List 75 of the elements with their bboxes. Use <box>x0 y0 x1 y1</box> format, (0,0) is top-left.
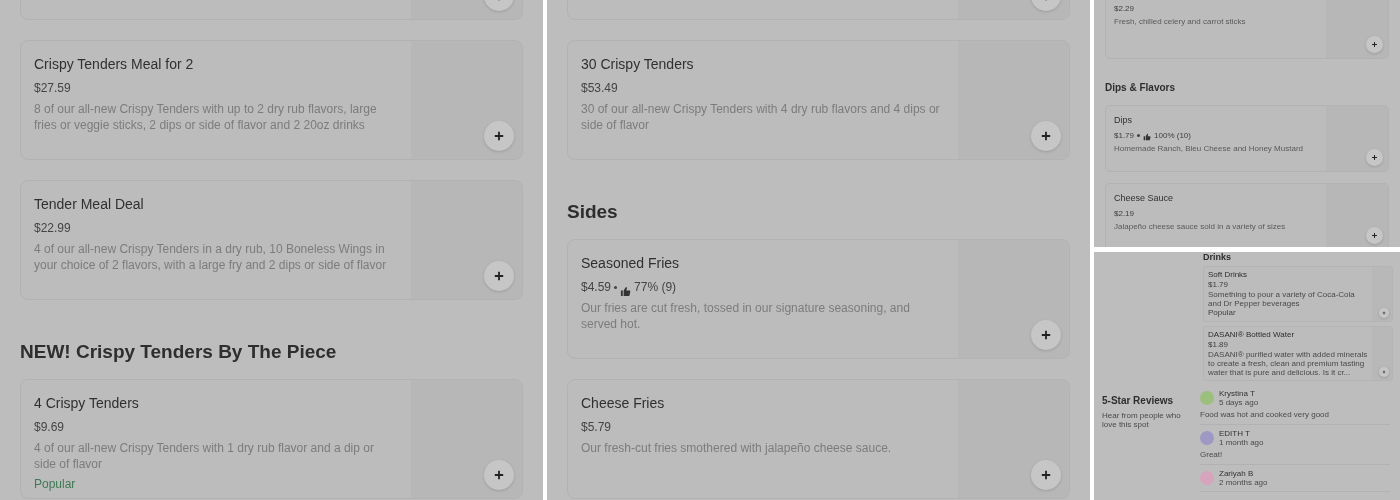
plus-icon <box>493 469 505 481</box>
item-description: 30 of our all-new Crispy Tenders with 4 dry rub flavors and 4 dips or side of flavor <box>581 101 941 133</box>
item-title: 30 Crispy Tenders <box>581 55 695 74</box>
review-text: Great! <box>1200 450 1224 460</box>
item-image <box>1372 267 1392 321</box>
item-price: $2.19 <box>1114 207 1136 220</box>
plus-icon <box>493 130 505 142</box>
menu-item-card[interactable]: Seasoned Fries $4.59 77% (9) Our fries are cut fresh, tossed in our signature seasoning, and served hot. <box>567 239 1070 359</box>
popular-label: Popular <box>1208 308 1237 318</box>
review-date: 2 months ago <box>1219 478 1268 487</box>
review-date: 1 month ago <box>1219 438 1264 447</box>
item-price: $2.29 <box>1114 3 1136 15</box>
item-title: DASANI® Bottled Water <box>1208 330 1296 340</box>
plus-icon <box>1040 130 1052 142</box>
section-heading: Sides <box>567 200 619 224</box>
reviewer-name: Zariyah B <box>1219 469 1255 478</box>
item-price: $1.89 <box>1208 340 1230 350</box>
menu-item-card[interactable]: 4 Crispy Tenders $9.69 4 of our all-new Crispy Tenders with 1 dry rub flavor and a dip or side of flavor Popular <box>20 379 523 499</box>
review-date: 5 days ago <box>1219 398 1259 407</box>
menu-item-card[interactable]: 30 Crispy Tenders $53.49 30 of our all-new Crispy Tenders with 4 dry rub flavors and 4 dips or side of flavor <box>567 40 1070 160</box>
item-price: $27.59 <box>34 80 72 97</box>
item-price: $1.79 <box>1208 280 1230 290</box>
plus-icon <box>493 270 505 282</box>
reviewer-name: EDITH T <box>1219 429 1251 438</box>
reviews-subtitle: Hear from people who love this spot <box>1102 411 1182 429</box>
plus-icon <box>1371 41 1378 48</box>
section-heading: NEW! Crispy Tenders By The Piece <box>20 340 338 364</box>
plus-icon <box>1382 370 1386 374</box>
item-price: $9.69 <box>34 419 66 436</box>
menu-item-card[interactable]: Dips $1.79 100% (10) Homemade Ranch, Bleu Cheese and Honey Mustard <box>1105 105 1389 172</box>
section-heading: Dips & Flavors <box>1105 82 1177 94</box>
item-description: Something to pour a variety of Coca-Cola and Dr Pepper beverages <box>1208 290 1356 308</box>
item-title: Cheese Sauce <box>1114 192 1175 205</box>
item-title: Cheese Fries <box>581 394 666 413</box>
item-description: Fresh, chilled celery and carrot sticks <box>1114 17 1247 27</box>
plus-icon <box>1040 469 1052 481</box>
menu-item-card[interactable]: Soft Drinks $1.79 Something to pour a variety of Coca-Cola and Dr Pepper beverages Popular <box>1203 266 1393 322</box>
thumbs-up-icon <box>1143 133 1152 142</box>
menu-item-card[interactable]: Tender Meal Deal $22.99 4 of our all-new Crispy Tenders in a dry rub, 10 Boneless Wings in your choice of 2 flavors, with a large fry and 2 dips or side of flavor <box>20 180 523 300</box>
menu-item-card[interactable]: DASANI® Bottled Water $1.89 DASANI® purified water with added minerals to create a fresh, clean and premium tasting water that is pure and delicious. Is it cr... <box>1203 326 1393 381</box>
item-price: $1.79 100% (10) <box>1114 129 1192 142</box>
item-description: Homemade Ranch, Bleu Cheese and Honey Mustard <box>1114 143 1304 154</box>
item-description: Our fries are cut fresh, tossed in our signature seasoning, and served hot. <box>581 300 911 332</box>
item-price: $22.99 <box>34 220 72 237</box>
item-description: Our fresh-cut fries smothered with jalapeño cheese sauce. <box>581 440 893 456</box>
item-image <box>1326 106 1388 171</box>
item-price: $4.59 77% (9) <box>581 278 945 296</box>
item-title: Tender Meal Deal <box>34 195 145 214</box>
menu-item-card[interactable]: Crispy Tenders Meal for 2 $27.59 8 of our all-new Crispy Tenders with up to 2 dry rub flavors, large fries or veggie sticks, 2 dips or side of flavor and 2 20oz drinks <box>20 40 523 160</box>
plus-icon <box>1040 329 1052 341</box>
item-description: DASANI® purified water with added minerals to create a fresh, clean and premium tasting water that is pure and delicious. Is it cr... <box>1208 350 1368 377</box>
menu-item-card[interactable]: Cheese Fries $5.79 Our fresh-cut fries smothered with jalapeño cheese sauce. <box>567 379 1070 499</box>
menu-item-card[interactable]: Cheese Sauce $2.19 Jalapeño cheese sauce sold in a variety of sizes <box>1105 183 1389 247</box>
item-title: Seasoned Fries <box>581 254 681 273</box>
item-title: Dips <box>1114 114 1133 127</box>
item-image <box>1372 327 1392 380</box>
plus-icon <box>1371 232 1378 239</box>
reviewer-name: Krystina T <box>1219 389 1256 398</box>
item-description: 4 of our all-new Crispy Tenders with 1 dry rub flavor and a dip or side of flavor <box>34 440 375 472</box>
reviews-title: 5-Star Reviews <box>1102 394 1175 408</box>
item-description: Jalapeño cheese sauce sold in a variety of sizes <box>1114 221 1287 232</box>
item-price: $5.79 <box>581 419 613 436</box>
plus-icon <box>1382 311 1386 315</box>
item-description: 8 of our all-new Crispy Tenders with up to 2 dry rub flavors, large fries or veggie sticks, 2 dips or side of flavor and 2 20oz drinks <box>34 101 378 133</box>
section-heading: Drinks <box>1203 252 1232 263</box>
popular-label: Popular <box>34 476 77 493</box>
item-title: Crispy Tenders Meal for 2 <box>34 55 195 74</box>
item-title: Soft Drinks <box>1208 270 1249 280</box>
review-text: Food was hot and cooked very good <box>1200 410 1330 420</box>
menu-item-card[interactable]: $2.29 Fresh, chilled celery and carrot sticks <box>1105 0 1389 59</box>
thumbs-up-icon <box>620 285 632 297</box>
plus-icon <box>1371 154 1378 161</box>
item-price: $53.49 <box>581 80 619 97</box>
item-title: 4 Crispy Tenders <box>34 394 140 413</box>
item-description: 4 of our all-new Crispy Tenders in a dry rub, 10 Boneless Wings in your choice of 2 flavors, with a large fry and 2 dips or side of flavor <box>34 241 388 273</box>
